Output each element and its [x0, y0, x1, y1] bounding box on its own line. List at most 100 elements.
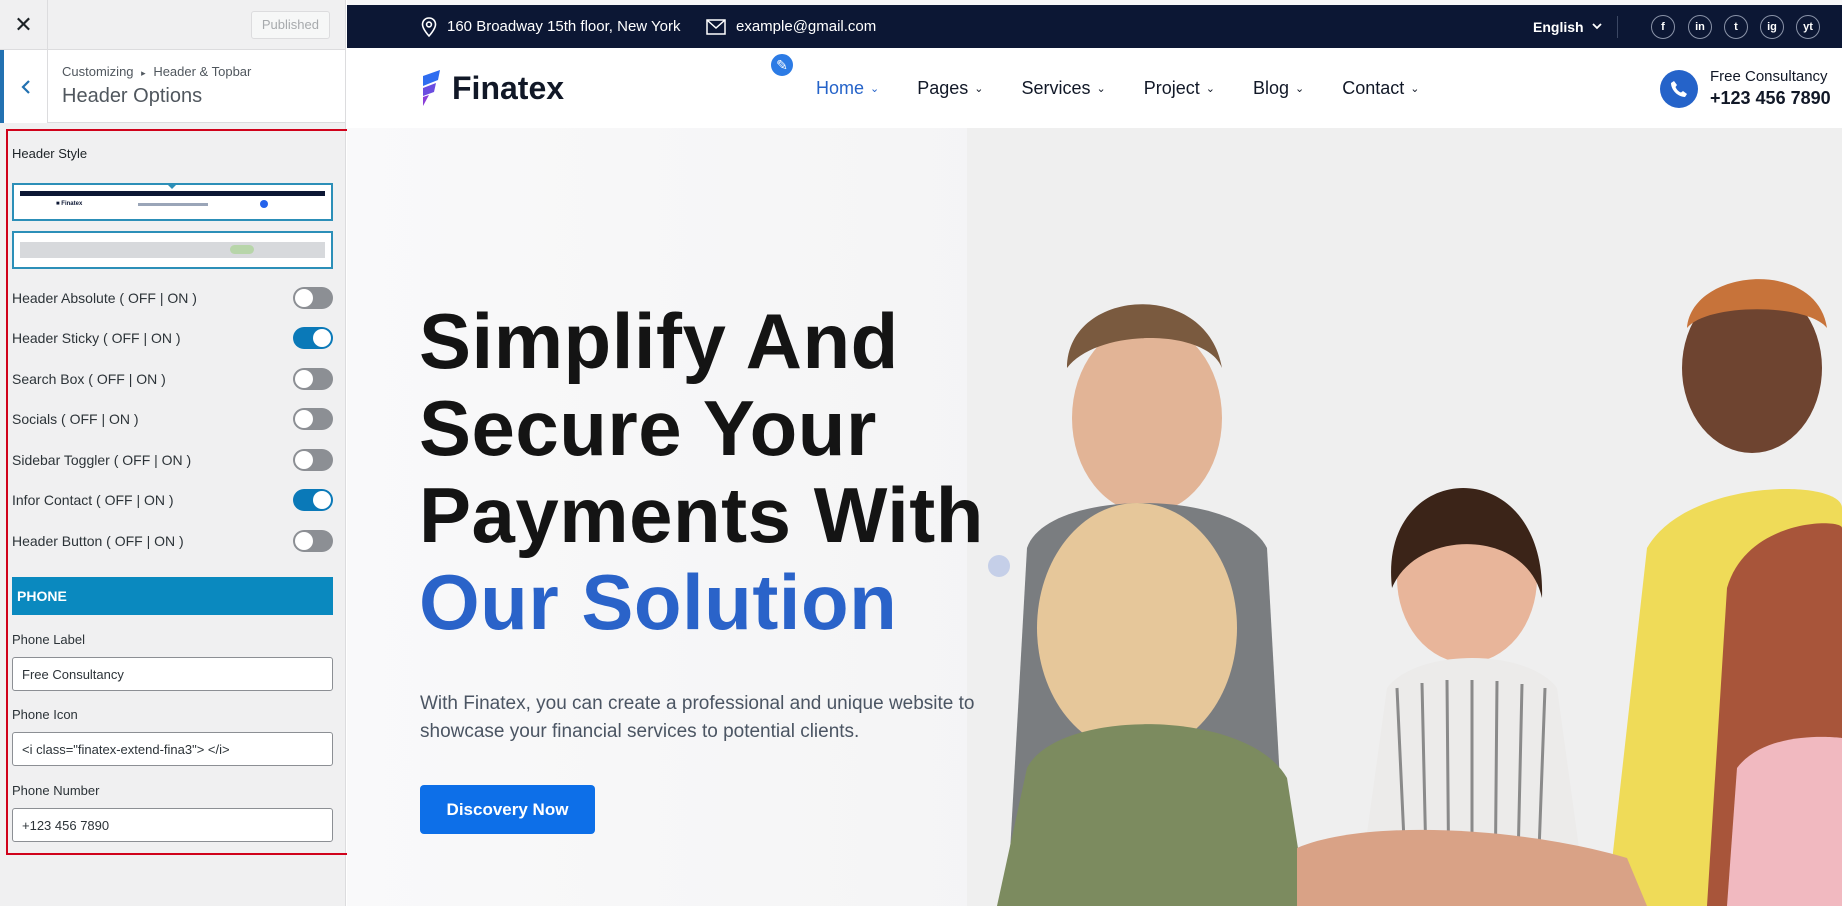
linkedin-icon[interactable]: in: [1688, 15, 1712, 39]
header-button-toggle[interactable]: [293, 530, 333, 552]
phone-label-label: Phone Label: [12, 632, 86, 647]
toggle-label: Header Sticky ( OFF | ON ): [12, 330, 181, 346]
phone-icon: [1660, 69, 1698, 108]
style-thumb-phone-icon: [260, 200, 268, 208]
toggle-row-infor-contact: Infor Contact ( OFF | ON ): [12, 487, 333, 513]
toggle-label: Search Box ( OFF | ON ): [12, 371, 166, 387]
language-selector[interactable]: English: [1533, 5, 1602, 48]
hero-title-line: Payments With: [419, 471, 984, 559]
chevron-down-icon: ⌄: [870, 82, 880, 95]
customizer-topbar: ✕ Published: [0, 0, 345, 50]
breadcrumb-separator-icon: ▸: [141, 68, 146, 78]
toggle-row-header-button: Header Button ( OFF | ON ): [12, 528, 333, 554]
nav-item-services[interactable]: Services ⌄: [1022, 78, 1106, 99]
toggle-row-header-absolute: Header Absolute ( OFF | ON ): [12, 285, 333, 311]
email-text: example@gmail.com: [736, 18, 877, 35]
style-thumb-logo: ■ Finatex: [56, 201, 83, 207]
breadcrumb-parent: Header & Topbar: [153, 64, 252, 79]
sidebar-toggler-toggle[interactable]: [293, 449, 333, 471]
toggle-label: Sidebar Toggler ( OFF | ON ): [12, 452, 192, 468]
close-customizer-button[interactable]: ✕: [0, 0, 48, 50]
selected-caret-icon: [166, 183, 178, 189]
site-topbar: 160 Broadway 15th floor, New York exampl…: [347, 5, 1842, 48]
breadcrumb: Customizing ▸ Header & Topbar: [62, 64, 251, 79]
chevron-down-icon: ⌄: [1295, 82, 1305, 95]
facebook-icon[interactable]: f: [1651, 15, 1675, 39]
section-header: Customizing ▸ Header & Topbar Header Opt…: [0, 50, 345, 123]
nav-label: Project: [1143, 77, 1200, 98]
phone-number-label: Phone Number: [12, 783, 100, 798]
team-photo: [967, 128, 1842, 906]
header-style-label: Header Style: [12, 146, 88, 161]
topbar-address: 160 Broadway 15th floor, New York: [421, 5, 680, 48]
hero-title-line: Secure Your: [419, 384, 877, 472]
nav-label: Home: [816, 77, 865, 98]
topbar-divider: [1617, 16, 1618, 38]
chevron-down-icon: ⌄: [974, 82, 984, 95]
style-thumb-nav: [138, 203, 208, 206]
logo-mark-icon: [423, 70, 440, 106]
published-button[interactable]: Published: [250, 10, 330, 39]
customizer-sidebar: ✕ Published Customizing ▸ Header & Topba…: [0, 0, 351, 906]
style-thumb-topbar: [20, 191, 325, 196]
hero-description: With Finatex, you can create a professio…: [420, 693, 975, 742]
nav-label: Services: [1021, 77, 1091, 98]
section-title: Header Options: [62, 85, 203, 107]
main-nav: Home ⌄ Pages ⌄ Services ⌄ Project ⌄ Blog ⌄ Co…: [816, 48, 1458, 128]
close-icon: ✕: [14, 11, 33, 37]
hero-title-accent-line: Our Solution: [419, 558, 898, 646]
nav-item-contact[interactable]: Contact ⌄: [1342, 78, 1419, 99]
nav-item-blog[interactable]: Blog ⌄: [1253, 78, 1304, 99]
topbar-email[interactable]: example@gmail.com: [706, 5, 876, 48]
site-logo[interactable]: Finatex: [420, 68, 564, 108]
toggle-label: Infor Contact ( OFF | ON ): [12, 492, 174, 508]
toggle-label: Socials ( OFF | ON ): [12, 411, 139, 427]
nav-label: Pages: [917, 77, 969, 98]
discovery-now-button[interactable]: Discovery Now: [420, 785, 595, 834]
chevron-down-icon: ⌄: [1205, 82, 1215, 95]
back-button[interactable]: [0, 50, 48, 123]
toggle-row-search-box: Search Box ( OFF | ON ): [12, 366, 333, 392]
contact-number: +123 456 7890: [1710, 88, 1831, 108]
hero-section: Simplify And Secure Your Payments With O…: [347, 128, 1842, 906]
nav-item-pages[interactable]: Pages ⌄: [917, 78, 983, 99]
hero-title-line: Simplify And: [419, 297, 899, 385]
phone-icon-input[interactable]: <i class="finatex-extend-fina3"> </i>: [12, 732, 333, 766]
search-box-toggle[interactable]: [293, 368, 333, 390]
site-preview: 160 Broadway 15th floor, New York exampl…: [347, 0, 1842, 906]
infor-contact-toggle[interactable]: [293, 489, 333, 511]
header-absolute-toggle[interactable]: [293, 287, 333, 309]
header-contact[interactable]: Free Consultancy +123 456 7890: [1660, 68, 1831, 109]
youtube-icon[interactable]: yt: [1796, 15, 1820, 39]
nav-label: Blog: [1253, 77, 1290, 98]
breadcrumb-root: Customizing: [62, 64, 134, 79]
style-thumb-button: [230, 245, 254, 254]
header-style-option-1[interactable]: ■ Finatex: [12, 183, 333, 221]
hero-title: Simplify And Secure Your Payments With O…: [419, 298, 984, 646]
contact-label: Free Consultancy: [1710, 68, 1828, 85]
instagram-icon[interactable]: ig: [1760, 15, 1784, 39]
header-style-option-2[interactable]: [12, 231, 333, 269]
cursor-indicator: [988, 555, 1010, 577]
address-text: 160 Broadway 15th floor, New York: [447, 18, 681, 35]
nav-item-home[interactable]: Home ⌄: [816, 78, 879, 99]
phone-icon-label: Phone Icon: [12, 707, 78, 722]
twitter-icon[interactable]: t: [1724, 15, 1748, 39]
header-sticky-toggle[interactable]: [293, 327, 333, 349]
nav-item-project[interactable]: Project ⌄: [1144, 78, 1215, 99]
toggle-row-sidebar-toggler: Sidebar Toggler ( OFF | ON ): [12, 447, 333, 473]
map-pin-icon: [421, 16, 437, 37]
nav-label: Contact: [1342, 77, 1405, 98]
toggle-label: Header Button ( OFF | ON ): [12, 533, 184, 549]
chevron-left-icon: [20, 79, 30, 94]
phone-number-input[interactable]: +123 456 7890: [12, 808, 333, 842]
socials-toggle[interactable]: [293, 408, 333, 430]
phone-section-heading: PHONE: [12, 577, 333, 615]
language-text: English: [1533, 18, 1584, 35]
edit-shortcut-pencil-icon[interactable]: ✎: [769, 52, 795, 78]
chevron-down-icon: ⌄: [1096, 82, 1106, 95]
logo-text: Finatex: [452, 69, 565, 106]
phone-label-input[interactable]: Free Consultancy: [12, 657, 333, 691]
toggle-row-header-sticky: Header Sticky ( OFF | ON ): [12, 325, 333, 351]
chevron-down-icon: ⌄: [1410, 82, 1420, 95]
